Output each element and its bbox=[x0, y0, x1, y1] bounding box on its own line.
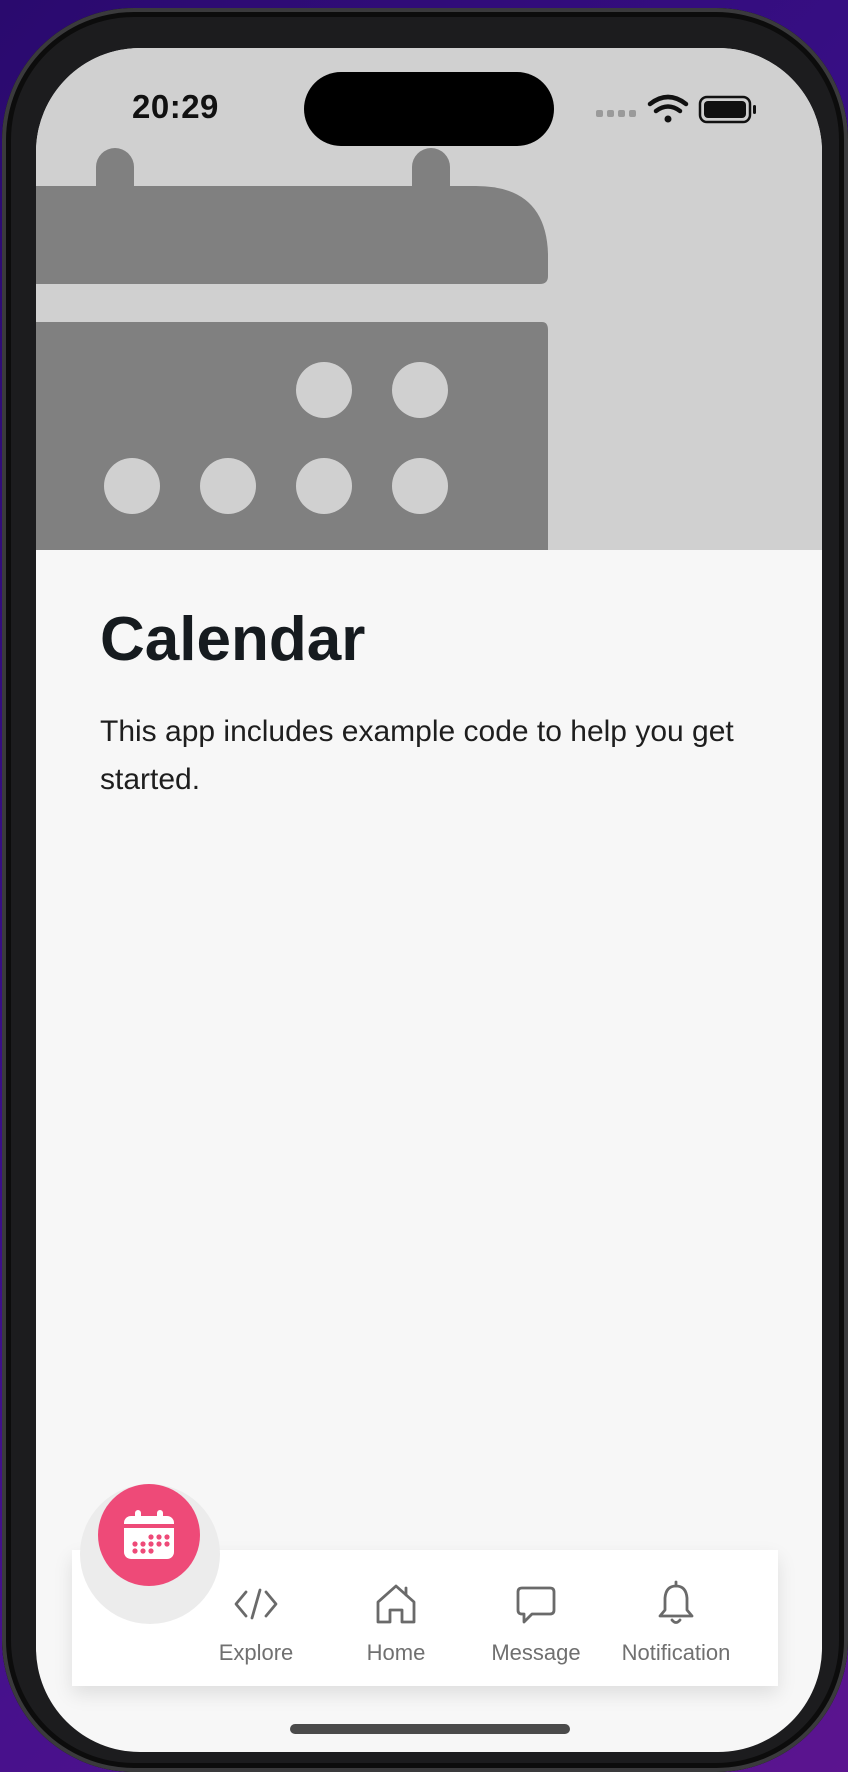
tab-home[interactable]: Home bbox=[326, 1580, 466, 1680]
wifi-icon bbox=[647, 94, 689, 123]
page-description: This app includes example code to help y… bbox=[100, 715, 734, 796]
tab-notification[interactable]: Notification bbox=[606, 1580, 746, 1680]
calendar-icon bbox=[124, 1510, 174, 1559]
code-icon bbox=[234, 1588, 278, 1620]
status-icons bbox=[596, 92, 796, 132]
dynamic-island bbox=[304, 72, 554, 146]
tab-explore-label: Explore bbox=[218, 1640, 294, 1665]
signal-icon bbox=[596, 110, 636, 117]
phone-frame: 20:29 Calendar This app includes example… bbox=[2, 8, 848, 1772]
calendar-fab-button[interactable] bbox=[98, 1484, 200, 1586]
tab-message[interactable]: Message bbox=[466, 1580, 606, 1680]
status-time: 20:29 bbox=[132, 88, 219, 125]
page-title: Calendar bbox=[100, 605, 366, 674]
battery-icon bbox=[698, 95, 756, 124]
home-icon bbox=[376, 1584, 416, 1624]
screen: 20:29 Calendar This app includes example… bbox=[36, 48, 822, 1752]
tab-notification-label: Notification bbox=[621, 1640, 731, 1665]
tab-home-label: Home bbox=[366, 1640, 426, 1665]
tab-message-label: Message bbox=[491, 1640, 581, 1665]
home-indicator[interactable] bbox=[290, 1724, 570, 1734]
tab-explore[interactable]: Explore bbox=[186, 1580, 326, 1680]
bell-icon bbox=[658, 1580, 694, 1624]
message-icon bbox=[516, 1586, 556, 1624]
